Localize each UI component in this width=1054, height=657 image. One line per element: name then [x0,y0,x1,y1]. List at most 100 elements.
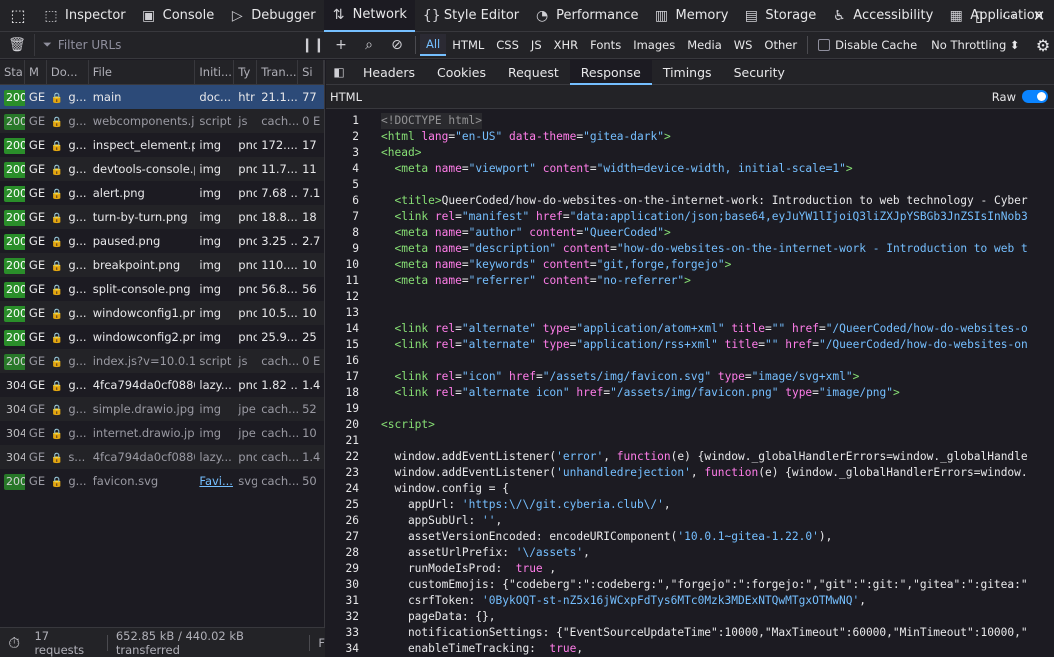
more-options-icon[interactable]: ⋯ [994,7,1024,25]
table-row[interactable]: 200GE 🔒 g... index.js?v=10.0.1~gscript jscac… [0,349,324,373]
add-request-icon[interactable]: + [327,37,355,53]
table-row[interactable]: 200 GE 🔒 g... windowconfig2.png img pnc 25.9...… [0,325,324,349]
column-header[interactable]: Tran... [257,60,299,85]
checkbox-box [818,39,831,51]
dock-side-icon[interactable]: ▯ [964,7,994,25]
details-tab-request[interactable]: Request [497,60,570,85]
gutter [359,337,381,353]
search-icon[interactable]: ⌕ [355,37,383,53]
column-header[interactable]: M [25,60,47,85]
details-tab-security[interactable]: Security [723,60,796,85]
disable-cache-checkbox[interactable]: Disable Cache [818,38,917,52]
table-row[interactable]: 200 GE 🔒 g... alert.png img pnc 7.68 ... 7.1 [0,181,324,205]
filter-type-other[interactable]: Other [758,34,803,56]
initiator-link[interactable]: Favi... [199,474,233,488]
performance-icon: ◔ [536,7,549,24]
status-badge: 200 [4,306,25,322]
tab-accessibility[interactable]: ♿ Accessibility [824,0,941,32]
lock-icon: 🔒 [50,405,64,416]
code-text: <meta name="author" content="QueerCoded"… [394,226,671,239]
raw-toggle[interactable]: Raw [992,90,1048,104]
code-line: 19 [326,401,1054,417]
finish-time-truncated: F [318,635,326,650]
table-row[interactable]: 200 GE 🔒 g... windowconfig1.png img pnc 10.5...… [0,301,324,325]
table-row[interactable]: 200 GE 🔒 g... favicon.svg Favi... svg cach... 50 [0,469,324,493]
code-line: 30 customEmojis: {"codeberg":":codeberg:… [326,577,1054,593]
close-icon[interactable]: ✕ [1024,7,1054,25]
details-tab-headers[interactable]: Headers [352,60,426,85]
domain-cell: 🔒 g... [47,181,89,205]
filter-type-media[interactable]: Media [681,34,728,56]
table-row[interactable]: 200 GE 🔒 g... paused.png img pnc 3.25 ... 2.7 [0,229,324,253]
gutter [359,241,381,257]
table-row[interactable]: 200 GE 🔒 g... main doc... htr 21.1... 77 [0,85,324,109]
tab-label: Debugger [251,8,316,23]
status-cell: 200 [0,349,25,373]
tab-console[interactable]: ▣ Console [134,0,223,32]
tab-performance[interactable]: ◔ Performance [527,0,646,32]
filter-type-images[interactable]: Images [627,34,681,56]
tab-storage[interactable]: ▤ Storage [736,0,824,32]
tab-inspector[interactable]: ⬚ Inspector [36,0,134,32]
table-row[interactable]: 304GE 🔒 s... 4fca794da0cf08804flazy... pncca… [0,445,324,469]
pause-icon[interactable]: ❙❙ [299,37,327,53]
details-tab-list: Headers Cookies Request Response Timings Secu… [352,59,796,85]
throttling-select[interactable]: No Throttling ⬍ [931,38,1019,52]
details-tab-timings[interactable]: Timings [652,60,723,85]
tab-debugger[interactable]: ▷ Debugger [222,0,323,32]
line-number: 5 [352,178,359,191]
status-badge: 200 [4,330,25,346]
settings-gear-icon[interactable]: ⚙ [1032,32,1054,59]
gutter [359,561,381,577]
column-header[interactable]: Initi... [195,60,235,85]
table-row[interactable]: 200 GE 🔒 g... turn-by-turn.png img pnc 18.8... 1… [0,205,324,229]
tab-network[interactable]: ⇅ Network [323,0,415,32]
element-picker-icon[interactable]: ⬚ [0,0,36,32]
transferred-cell: cach... [261,426,299,440]
code-line: 4 <meta name="viewport" content="width=d… [326,161,1054,177]
table-row[interactable]: 200GE 🔒 g... webcomponents.js?vscript jscach… [0,109,324,133]
clear-requests-icon[interactable]: 🗑 [0,37,34,53]
filter-type-js[interactable]: JS [525,34,548,56]
filter-urls-input[interactable]: ⏷ Filter URLs [34,34,299,56]
table-row[interactable]: 200 GE 🔒 g... breakpoint.png img pnc 110.... 10 [0,253,324,277]
filter-type-xhr[interactable]: XHR [548,34,585,56]
initiator-cell: img [199,402,222,416]
filter-type-all[interactable]: All [420,34,447,56]
table-row[interactable]: 304 GE 🔒 g... internet.drawio.jpg img jpe cach.… [0,421,324,445]
domain-cell: 🔒 g... [47,85,89,109]
column-header[interactable]: File [89,60,196,85]
filter-type-fonts[interactable]: Fonts [584,34,627,56]
status-badge: 304 [6,379,25,392]
block-url-icon[interactable]: ⊘ [383,37,411,53]
domain-text: g... [68,378,87,392]
table-row[interactable]: 200 GE 🔒 g... split-console.png img pnc 56.8...… [0,277,324,301]
filter-type-ws[interactable]: WS [728,34,759,56]
column-header[interactable]: Do... [47,60,89,85]
filter-type-css[interactable]: CSS [490,34,525,56]
gutter [359,529,381,545]
filter-type-html[interactable]: HTML [446,34,490,56]
line-number: 16 [345,354,359,367]
column-header[interactable]: Ty [234,60,258,85]
code-text: <link rel="icon" href="/assets/img/favic… [394,370,860,383]
disable-cache-label: Disable Cache [835,38,918,52]
table-row[interactable]: 304 GE 🔒 g... simple.drawio.jpg img jpe cach...… [0,397,324,421]
table-row[interactable]: 200 GE 🔒 g... inspect_element.pn img pnc 172...… [0,133,324,157]
size-cell: 52 [302,402,317,416]
size-cell: 77 [302,90,317,104]
performance-analysis-icon[interactable]: ⏱ [0,634,28,652]
raw-switch[interactable] [1022,90,1048,103]
domain-text: g... [68,138,87,152]
column-header[interactable]: Sta [0,60,25,85]
tab-memory[interactable]: ▥ Memory [647,0,737,32]
details-tab-response[interactable]: Response [569,59,652,85]
column-header[interactable]: Si [298,60,324,85]
tab-style-editor[interactable]: {} Style Editor [415,0,527,32]
toggle-sidebar-icon[interactable]: ◧ [326,65,352,79]
gutter [359,129,381,145]
table-row[interactable]: 304GE🔒g...4fca794da0cf08804flazy...pnc1.… [0,373,324,397]
details-tab-cookies[interactable]: Cookies [426,60,497,85]
method-cell: GE [28,330,46,344]
table-row[interactable]: 200 GE 🔒 g... devtools-console.p img pnc 11.7..… [0,157,324,181]
